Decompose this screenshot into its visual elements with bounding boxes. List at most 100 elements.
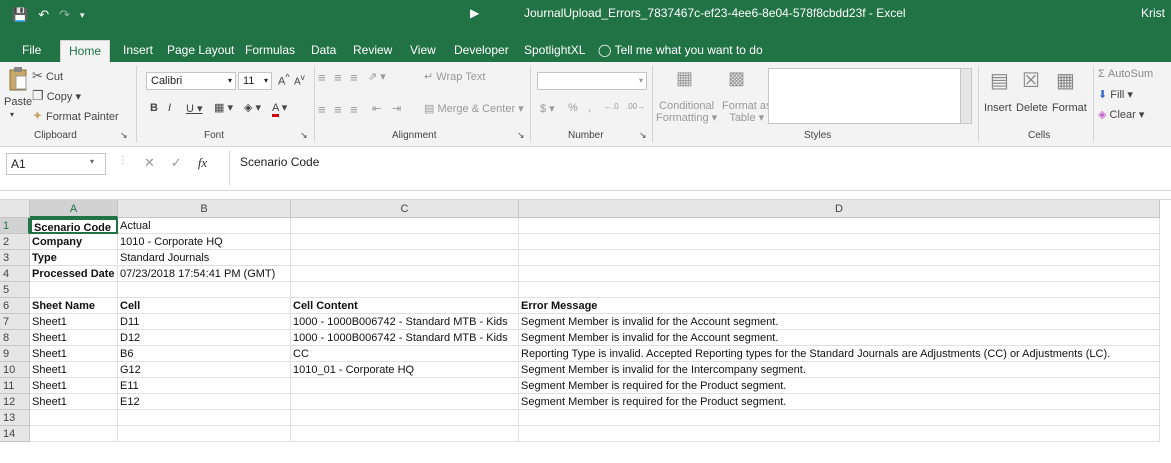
cell-d9[interactable]: Reporting Type is invalid. Accepted Repo… [519, 346, 1160, 362]
cell-d1[interactable] [519, 218, 1160, 234]
cell-b6[interactable]: Cell [118, 298, 291, 314]
align-center-icon[interactable]: ≡ [334, 102, 342, 117]
cell-d6[interactable]: Error Message [519, 298, 1160, 314]
alignment-launcher-icon[interactable]: ↘ [517, 130, 525, 141]
cell-d11[interactable]: Segment Member is required for the Produ… [519, 378, 1160, 394]
paste-button[interactable]: Paste [4, 96, 32, 108]
tab-data[interactable]: Data [311, 43, 336, 57]
redo-icon[interactable]: ↷ [59, 7, 70, 23]
enter-icon[interactable]: ✓ [171, 155, 182, 171]
row-header[interactable]: 10 [0, 362, 30, 378]
cell-c13[interactable] [291, 410, 519, 426]
cell-c10[interactable]: 1010_01 - Corporate HQ [291, 362, 519, 378]
cell-c11[interactable] [291, 378, 519, 394]
increase-font-icon[interactable]: A^ [278, 72, 290, 88]
cell-a3[interactable]: Type [30, 250, 118, 266]
row-header[interactable]: 13 [0, 410, 30, 426]
select-all-button[interactable] [0, 200, 30, 218]
save-icon[interactable]: 💾 [12, 7, 28, 23]
underline-icon[interactable]: U ▾ [186, 102, 203, 115]
copy-button[interactable]: ❐ Copy ▾ [32, 88, 81, 104]
chevron-down-icon[interactable]: ▾ [90, 157, 94, 166]
row-header[interactable]: 12 [0, 394, 30, 410]
cell-c2[interactable] [291, 234, 519, 250]
currency-icon[interactable]: $ ▾ [540, 102, 555, 115]
cell-a7[interactable]: Sheet1 [30, 314, 118, 330]
cell-b7[interactable]: D11 [118, 314, 291, 330]
row-header[interactable]: 3 [0, 250, 30, 266]
increase-decimal-icon[interactable]: ←.0 [604, 102, 619, 111]
cell-a6[interactable]: Sheet Name [30, 298, 118, 314]
cut-button[interactable]: ✂ Cut [32, 68, 63, 84]
tab-file[interactable]: File [22, 43, 41, 57]
tell-me-search[interactable]: ◯ Tell me what you want to do [598, 43, 763, 57]
tab-review[interactable]: Review [353, 43, 392, 57]
format-as-table-button[interactable]: Format as Table ▾ [722, 100, 772, 124]
cell-a9[interactable]: Sheet1 [30, 346, 118, 362]
fill-color-icon[interactable]: ◈ ▾ [244, 101, 261, 114]
cell-a2[interactable]: Company [30, 234, 118, 250]
align-right-icon[interactable]: ≡ [350, 102, 358, 117]
user-name[interactable]: Krist [1141, 6, 1165, 20]
cell-c1[interactable] [291, 218, 519, 234]
number-format-select[interactable]: ▾ [537, 72, 647, 90]
autosum-button[interactable]: Σ AutoSum [1098, 68, 1153, 80]
conditional-formatting-button[interactable]: Conditional Formatting ▾ [656, 100, 717, 124]
column-header-a[interactable]: A [30, 200, 118, 218]
row-header[interactable]: 14 [0, 426, 30, 442]
cell-b11[interactable]: E11 [118, 378, 291, 394]
cell-a13[interactable] [30, 410, 118, 426]
format-cells-icon[interactable]: ▦ [1056, 68, 1075, 93]
bold-icon[interactable]: B [150, 102, 158, 114]
cell-b5[interactable] [118, 282, 291, 298]
insert-button[interactable]: Insert [984, 102, 1012, 114]
clipboard-launcher-icon[interactable]: ↘ [120, 130, 128, 141]
font-launcher-icon[interactable]: ↘ [300, 130, 308, 141]
cell-a11[interactable]: Sheet1 [30, 378, 118, 394]
comma-icon[interactable]: , [588, 102, 591, 114]
cancel-icon[interactable]: ✕ [144, 155, 155, 171]
cell-b9[interactable]: B6 [118, 346, 291, 362]
row-header[interactable]: 8 [0, 330, 30, 346]
cell-c12[interactable] [291, 394, 519, 410]
cell-c8[interactable]: 1000 - 1000B006742 - Standard MTB - Kids [291, 330, 519, 346]
delete-button[interactable]: Delete [1016, 102, 1048, 114]
italic-icon[interactable]: I [168, 102, 171, 114]
row-header[interactable]: 5 [0, 282, 30, 298]
column-header-d[interactable]: D [519, 200, 1160, 218]
insert-function-icon[interactable]: fx [198, 155, 207, 171]
merge-center-button[interactable]: ▤ Merge & Center ▾ [424, 102, 524, 115]
wrap-text-button[interactable]: ↵ Wrap Text [424, 70, 485, 83]
cell-b1[interactable]: Actual [118, 218, 291, 234]
cell-d12[interactable]: Segment Member is required for the Produ… [519, 394, 1160, 410]
cell-b3[interactable]: Standard Journals [118, 250, 291, 266]
top-align-icon[interactable]: ≡ [318, 70, 326, 85]
decrease-decimal-icon[interactable]: .00→ [626, 102, 645, 111]
undo-icon[interactable]: ↶ [38, 7, 49, 23]
tab-view[interactable]: View [410, 43, 436, 57]
cell-c4[interactable] [291, 266, 519, 282]
row-header[interactable]: 11 [0, 378, 30, 394]
bottom-align-icon[interactable]: ≡ [350, 70, 358, 85]
percent-icon[interactable]: % [568, 102, 578, 114]
cell-c9[interactable]: CC [291, 346, 519, 362]
cell-a8[interactable]: Sheet1 [30, 330, 118, 346]
cell-c5[interactable] [291, 282, 519, 298]
cell-c7[interactable]: 1000 - 1000B006742 - Standard MTB - Kids [291, 314, 519, 330]
font-color-icon[interactable]: A ▾ [272, 101, 287, 117]
cell-b13[interactable] [118, 410, 291, 426]
decrease-font-icon[interactable]: Av [294, 72, 305, 87]
cell-d5[interactable] [519, 282, 1160, 298]
cell-d4[interactable] [519, 266, 1160, 282]
cell-a12[interactable]: Sheet1 [30, 394, 118, 410]
orientation-icon[interactable]: ⇗ ▾ [368, 70, 386, 83]
align-left-icon[interactable]: ≡ [318, 102, 326, 117]
middle-align-icon[interactable]: ≡ [334, 70, 342, 85]
delete-cells-icon[interactable]: ☒ [1022, 68, 1040, 93]
row-header[interactable]: 9 [0, 346, 30, 362]
cell-d3[interactable] [519, 250, 1160, 266]
tab-formulas[interactable]: Formulas [245, 43, 295, 57]
cell-d8[interactable]: Segment Member is invalid for the Accoun… [519, 330, 1160, 346]
cell-a5[interactable] [30, 282, 118, 298]
increase-indent-icon[interactable]: ⇥ [392, 102, 401, 115]
